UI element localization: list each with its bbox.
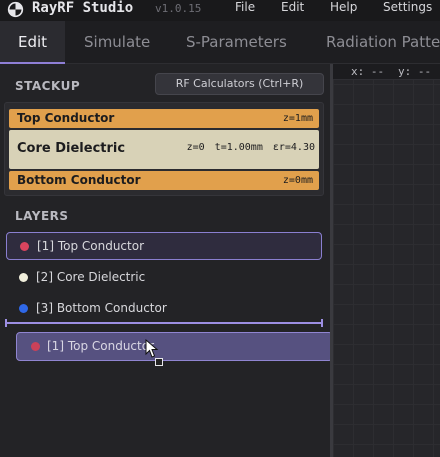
coord-y: y: --: [398, 65, 432, 78]
drop-indicator-cap: [321, 319, 323, 327]
stackup-title: STACKUP: [15, 79, 81, 93]
stackup-layer-name: Bottom Conductor: [17, 173, 141, 187]
stackup-top-conductor[interactable]: Top Conductor z=1mm: [9, 109, 319, 128]
layer-item-core-dielectric[interactable]: [2] Core Dielectric: [6, 264, 322, 292]
menu-help[interactable]: Help: [330, 0, 357, 14]
tab-simulate[interactable]: Simulate: [84, 21, 150, 64]
layer-color-dot-icon: [31, 342, 40, 351]
stackup-panel: STACKUP RF Calculators (Ctrl+R) Top Cond…: [0, 64, 333, 457]
tab-edit[interactable]: Edit: [0, 21, 65, 64]
app-logo-icon: [7, 1, 24, 18]
layer-color-dot-icon: [20, 242, 29, 251]
drop-indicator: [5, 319, 323, 327]
tab-s-parameters[interactable]: S-Parameters: [186, 21, 287, 64]
coordinate-readout: x: -- y: --: [333, 64, 440, 80]
stackup-diagram: Top Conductor z=1mm Core Dielectric z=0 t…: [4, 102, 324, 196]
stackup-bottom-conductor[interactable]: Bottom Conductor z=0mm: [9, 171, 319, 190]
stackup-core-dielectric[interactable]: Core Dielectric z=0 t=1.00mm εr=4.30: [9, 130, 319, 169]
menu-file[interactable]: File: [235, 0, 255, 14]
rf-calculators-button[interactable]: RF Calculators (Ctrl+R): [155, 73, 324, 95]
geometry-canvas[interactable]: [333, 64, 440, 457]
layer-item-bottom-conductor[interactable]: [3] Bottom Conductor: [6, 295, 322, 323]
app-version: v1.0.15: [155, 2, 202, 15]
layer-color-dot-icon: [19, 273, 28, 282]
stackup-core-permittivity: εr=4.30: [272, 142, 315, 153]
menu-settings[interactable]: Settings: [383, 0, 432, 14]
stackup-layer-z: z=1mm: [282, 113, 313, 124]
stackup-core-thickness: t=1.00mm: [214, 142, 263, 153]
title-bar: RayRF Studio v1.0.15 File Edit Help Sett…: [0, 0, 440, 21]
tab-bar: Edit Simulate S-Parameters Radiation Pat…: [0, 21, 440, 64]
layers-title: LAYERS: [15, 209, 69, 223]
app-name: RayRF Studio: [32, 0, 134, 16]
layer-color-dot-icon: [19, 304, 28, 313]
stackup-layer-z: z=0mm: [282, 175, 313, 186]
tab-radiation-pattern[interactable]: Radiation Patter: [326, 21, 440, 64]
layer-item-label: [2] Core Dielectric: [36, 270, 146, 284]
coord-x: x: --: [351, 65, 385, 78]
dragged-layer-ghost[interactable]: [1] Top Conductor: [16, 332, 333, 361]
layer-item-label: [1] Top Conductor: [37, 239, 145, 253]
stackup-core-values: z=0 t=1.00mm εr=4.30: [177, 142, 315, 153]
mouse-cursor-icon: [145, 339, 159, 358]
stackup-layer-name: Top Conductor: [17, 111, 115, 125]
layer-item-label: [3] Bottom Conductor: [36, 301, 167, 315]
menu-edit[interactable]: Edit: [281, 0, 304, 14]
drop-indicator-cap: [5, 319, 7, 327]
layer-item-top-conductor[interactable]: [1] Top Conductor: [6, 232, 322, 260]
drag-copy-icon: [155, 358, 163, 366]
dragged-layer-label: [1] Top Conductor: [47, 339, 155, 353]
stackup-layer-name: Core Dielectric: [17, 141, 126, 156]
stackup-core-z: z=0: [186, 142, 205, 153]
